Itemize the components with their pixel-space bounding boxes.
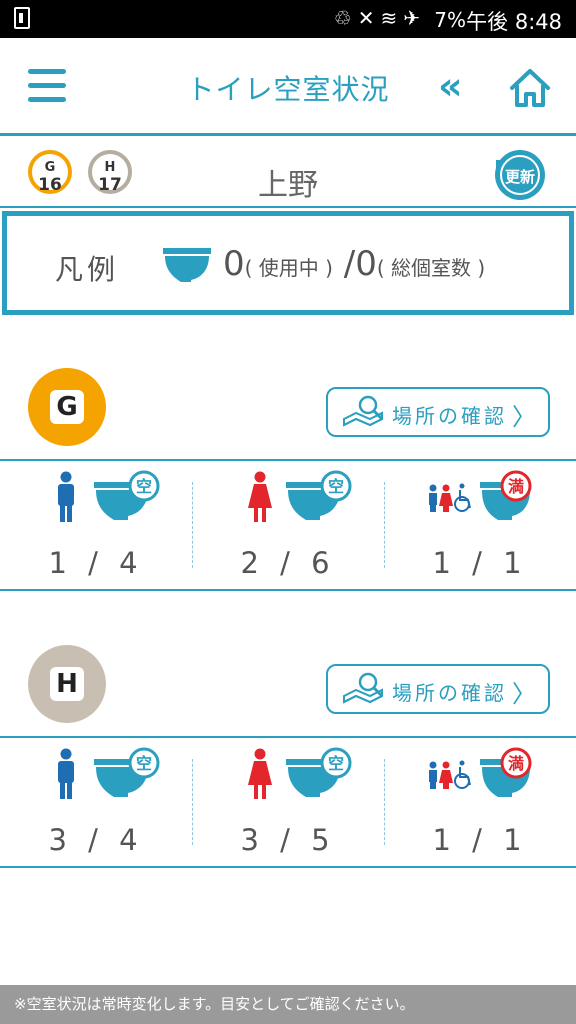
line-g-badge: G <box>28 368 106 446</box>
map-search-icon <box>343 672 384 704</box>
men-toilet-g: 空 <box>58 470 160 522</box>
men-count-h: 3 / 4 <box>48 823 144 857</box>
man-icon <box>58 471 74 522</box>
family-accessible-icon <box>429 483 471 512</box>
station-divider <box>0 206 576 208</box>
status-bar: ♲✕≋✈ 7% 午後 8:48 <box>0 0 576 38</box>
location-button-label: 場所の確認 <box>392 681 507 705</box>
women-count-g: 2 / 6 <box>240 546 336 580</box>
line-g-bottom-divider <box>0 589 576 591</box>
chevron-right-icon: 〉 <box>512 403 536 431</box>
vacant-badge: 空 <box>128 470 160 502</box>
svg-text:空: 空 <box>328 754 344 773</box>
full-badge: 満 <box>500 470 532 502</box>
mute-icon: ✕ <box>357 6 381 30</box>
vacant-badge: 空 <box>320 470 352 502</box>
multipurpose-toilet-g: 満 <box>429 470 532 520</box>
svg-text:空: 空 <box>328 477 344 496</box>
svg-text:満: 満 <box>508 477 524 496</box>
app-header: トイレ空室状況 « <box>0 38 576 135</box>
women-count-h: 3 / 5 <box>240 823 336 857</box>
woman-icon <box>248 471 272 522</box>
refresh-label: 更新 <box>505 168 535 186</box>
line-g-top-divider <box>0 459 576 461</box>
men-count-g: 1 / 4 <box>48 546 144 580</box>
location-button-h[interactable]: 場所の確認 〉 <box>326 664 550 714</box>
women-toilet-g: 空 <box>248 470 352 522</box>
airplane-icon: ✈ <box>403 6 426 30</box>
women-toilet-h: 空 <box>248 747 352 799</box>
legend-text: 0( 使用中 ) /0( 総個室数 ) <box>223 244 486 284</box>
line-h-top-divider <box>0 736 576 738</box>
status-icons: ♲✕≋✈ <box>334 6 426 30</box>
location-button-g[interactable]: 場所の確認 〉 <box>326 387 550 437</box>
sim-icon <box>14 7 30 29</box>
legend-label: 凡例 <box>55 253 120 286</box>
legend-box: 凡例 0( 使用中 ) /0( 総個室数 ) <box>2 211 574 315</box>
refresh-button[interactable]: 更新 <box>490 148 548 202</box>
line-h-bottom-divider <box>0 866 576 868</box>
full-badge: 満 <box>500 747 532 779</box>
wifi-icon: ≋ <box>380 6 404 30</box>
multipurpose-count-h: 1 / 1 <box>432 823 528 857</box>
svg-text:空: 空 <box>136 754 152 773</box>
refresh-icon: 更新 <box>495 150 545 200</box>
location-button-label: 場所の確認 <box>392 404 507 428</box>
multipurpose-count-g: 1 / 1 <box>432 546 528 580</box>
battery-level: 7% <box>434 8 466 32</box>
vacant-badge: 空 <box>128 747 160 779</box>
men-toilet-h: 空 <box>58 747 160 799</box>
line-h-badge: H <box>28 645 106 723</box>
vacant-badge: 空 <box>320 747 352 779</box>
chevron-right-icon: 〉 <box>512 680 536 708</box>
multipurpose-toilet-h: 満 <box>429 747 532 797</box>
svg-text:空: 空 <box>136 477 152 496</box>
footer-note: ※空室状況は常時変化します。目安としてご確認ください。 <box>0 985 576 1024</box>
svg-text:満: 満 <box>508 754 524 773</box>
back-icon[interactable]: « <box>438 64 463 108</box>
clock: 午後 8:48 <box>466 10 562 34</box>
toilet-icon <box>163 248 211 282</box>
family-accessible-icon <box>429 760 471 789</box>
woman-icon <box>248 748 272 799</box>
page-title: トイレ空室状況 <box>186 73 390 106</box>
man-icon <box>58 748 74 799</box>
map-search-icon <box>343 395 384 427</box>
home-icon[interactable] <box>508 66 552 110</box>
header-divider <box>0 133 576 136</box>
recycle-icon: ♲ <box>333 6 358 30</box>
